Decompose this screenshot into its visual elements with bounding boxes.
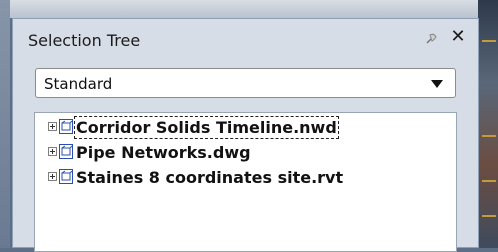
close-icon[interactable]: ✕	[449, 28, 467, 46]
expand-plus-icon[interactable]	[48, 147, 57, 156]
background-viewport-edge	[478, 0, 498, 248]
dropdown-value: Standard	[44, 75, 113, 93]
file-icon	[59, 119, 73, 134]
pin-icon[interactable]	[423, 31, 439, 47]
expand-plus-icon[interactable]	[48, 122, 57, 131]
tree-item-label: Corridor Solids Timeline.nwd	[74, 116, 339, 139]
tree-item-label: Pipe Networks.dwg	[76, 143, 251, 162]
background-toolbar-strip	[0, 0, 498, 18]
panel-title: Selection Tree	[28, 31, 141, 50]
chevron-down-icon	[431, 80, 443, 88]
selection-tree-list[interactable]: Corridor Solids Timeline.nwd Pipe Networ…	[34, 112, 457, 252]
expand-plus-icon[interactable]	[48, 172, 57, 181]
file-icon	[59, 169, 73, 184]
panel-title-bar[interactable]: Selection Tree ✕	[13, 19, 478, 60]
tree-mode-dropdown[interactable]: Standard	[35, 68, 456, 98]
background-left-edge	[0, 0, 10, 248]
tree-item-label: Staines 8 coordinates site.rvt	[76, 168, 344, 187]
selection-tree-panel: Selection Tree ✕ Standard Corridor Solid…	[12, 18, 479, 252]
file-icon	[59, 144, 73, 159]
